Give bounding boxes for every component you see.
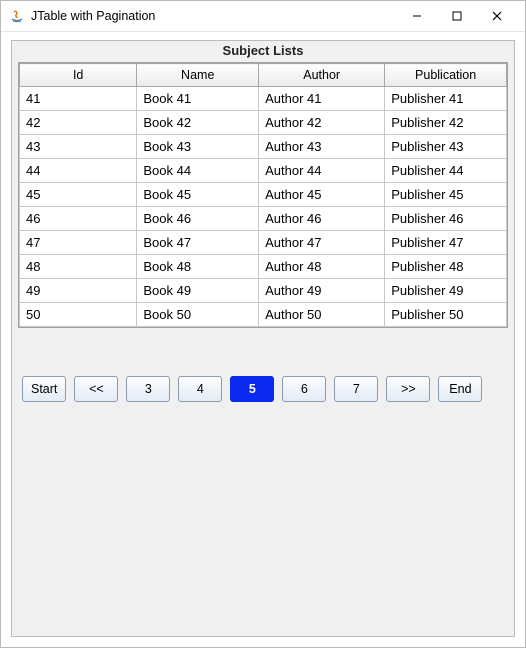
table-row[interactable]: 45Book 45Author 45Publisher 45: [20, 183, 507, 207]
cell-publication[interactable]: Publisher 43: [385, 135, 507, 159]
cell-name[interactable]: Book 43: [137, 135, 259, 159]
cell-author[interactable]: Author 41: [259, 87, 385, 111]
java-app-icon: [9, 8, 25, 24]
panel-title: Subject Lists: [18, 43, 508, 58]
cell-id[interactable]: 45: [20, 183, 137, 207]
page-start-button[interactable]: Start: [22, 376, 66, 402]
cell-id[interactable]: 44: [20, 159, 137, 183]
table-header-row: Id Name Author Publication: [20, 64, 507, 87]
page-end-button[interactable]: End: [438, 376, 482, 402]
cell-publication[interactable]: Publisher 49: [385, 279, 507, 303]
col-header-author[interactable]: Author: [259, 64, 385, 87]
cell-publication[interactable]: Publisher 41: [385, 87, 507, 111]
cell-name[interactable]: Book 44: [137, 159, 259, 183]
cell-id[interactable]: 42: [20, 111, 137, 135]
window-title: JTable with Pagination: [31, 9, 155, 23]
cell-name[interactable]: Book 49: [137, 279, 259, 303]
cell-name[interactable]: Book 48: [137, 255, 259, 279]
cell-author[interactable]: Author 45: [259, 183, 385, 207]
close-button[interactable]: [477, 1, 517, 31]
table-row[interactable]: 41Book 41Author 41Publisher 41: [20, 87, 507, 111]
cell-name[interactable]: Book 50: [137, 303, 259, 327]
cell-name[interactable]: Book 46: [137, 207, 259, 231]
cell-publication[interactable]: Publisher 46: [385, 207, 507, 231]
cell-author[interactable]: Author 44: [259, 159, 385, 183]
cell-id[interactable]: 43: [20, 135, 137, 159]
table-row[interactable]: 42Book 42Author 42Publisher 42: [20, 111, 507, 135]
minimize-button[interactable]: [397, 1, 437, 31]
col-header-id[interactable]: Id: [20, 64, 137, 87]
page-number-button[interactable]: 5: [230, 376, 274, 402]
table-row[interactable]: 48Book 48Author 48Publisher 48: [20, 255, 507, 279]
cell-author[interactable]: Author 47: [259, 231, 385, 255]
cell-id[interactable]: 48: [20, 255, 137, 279]
page-number-button[interactable]: 4: [178, 376, 222, 402]
table-row[interactable]: 49Book 49Author 49Publisher 49: [20, 279, 507, 303]
window-frame: JTable with Pagination Subject Lists Id: [0, 0, 526, 648]
maximize-button[interactable]: [437, 1, 477, 31]
pagination-bar: Start << 34567 >> End: [18, 376, 508, 402]
page-number-button[interactable]: 3: [126, 376, 170, 402]
client-area: Subject Lists Id Name Author Publication…: [1, 32, 525, 647]
col-header-publication[interactable]: Publication: [385, 64, 507, 87]
cell-id[interactable]: 47: [20, 231, 137, 255]
cell-author[interactable]: Author 50: [259, 303, 385, 327]
cell-publication[interactable]: Publisher 48: [385, 255, 507, 279]
col-header-name[interactable]: Name: [137, 64, 259, 87]
cell-publication[interactable]: Publisher 42: [385, 111, 507, 135]
subject-lists-panel: Subject Lists Id Name Author Publication…: [11, 40, 515, 637]
table-row[interactable]: 47Book 47Author 47Publisher 47: [20, 231, 507, 255]
window-controls: [397, 1, 517, 31]
cell-publication[interactable]: Publisher 50: [385, 303, 507, 327]
data-table: Id Name Author Publication 41Book 41Auth…: [19, 63, 507, 327]
cell-name[interactable]: Book 45: [137, 183, 259, 207]
cell-id[interactable]: 41: [20, 87, 137, 111]
cell-id[interactable]: 46: [20, 207, 137, 231]
cell-author[interactable]: Author 43: [259, 135, 385, 159]
cell-publication[interactable]: Publisher 44: [385, 159, 507, 183]
cell-id[interactable]: 49: [20, 279, 137, 303]
cell-name[interactable]: Book 47: [137, 231, 259, 255]
table-row[interactable]: 43Book 43Author 43Publisher 43: [20, 135, 507, 159]
page-prev-button[interactable]: <<: [74, 376, 118, 402]
table-row[interactable]: 44Book 44Author 44Publisher 44: [20, 159, 507, 183]
table-row[interactable]: 46Book 46Author 46Publisher 46: [20, 207, 507, 231]
cell-author[interactable]: Author 48: [259, 255, 385, 279]
cell-id[interactable]: 50: [20, 303, 137, 327]
cell-name[interactable]: Book 42: [137, 111, 259, 135]
cell-author[interactable]: Author 42: [259, 111, 385, 135]
page-number-button[interactable]: 6: [282, 376, 326, 402]
titlebar: JTable with Pagination: [1, 1, 525, 32]
page-number-button[interactable]: 7: [334, 376, 378, 402]
cell-publication[interactable]: Publisher 45: [385, 183, 507, 207]
cell-publication[interactable]: Publisher 47: [385, 231, 507, 255]
table-row[interactable]: 50Book 50Author 50Publisher 50: [20, 303, 507, 327]
cell-author[interactable]: Author 49: [259, 279, 385, 303]
data-table-wrap: Id Name Author Publication 41Book 41Auth…: [18, 62, 508, 328]
cell-name[interactable]: Book 41: [137, 87, 259, 111]
page-next-button[interactable]: >>: [386, 376, 430, 402]
cell-author[interactable]: Author 46: [259, 207, 385, 231]
